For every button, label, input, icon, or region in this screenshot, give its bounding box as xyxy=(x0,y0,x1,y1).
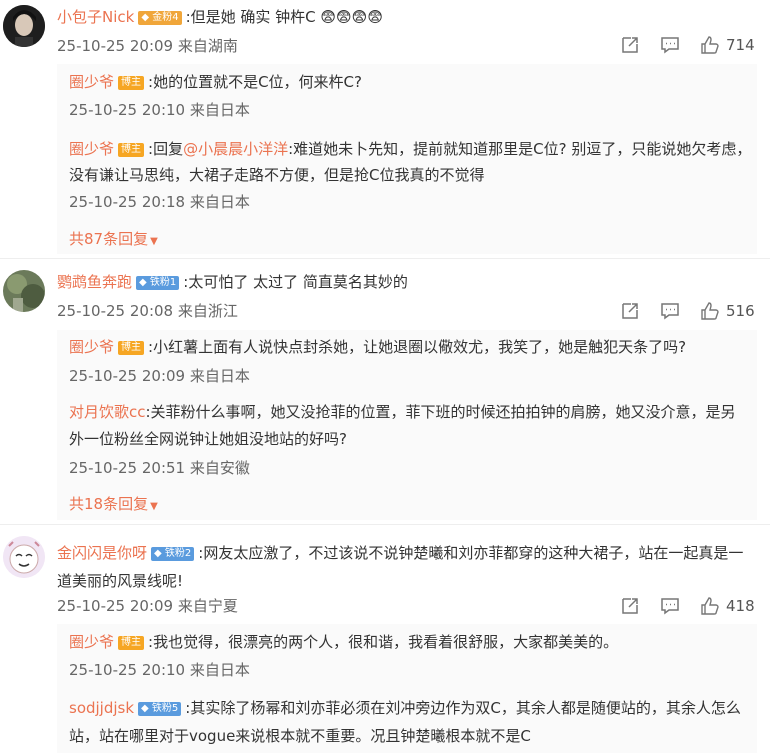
reply-username[interactable]: 圈少爷 xyxy=(69,633,114,651)
share-icon[interactable] xyxy=(620,35,640,55)
divider xyxy=(0,524,770,525)
reply-meta: 25-10-25 20:10 来自日本 xyxy=(69,661,250,679)
comment-meta: 25-10-25 20:08 来自浙江 xyxy=(57,302,238,320)
reply-username[interactable]: 圈少爷 xyxy=(69,73,114,91)
more-replies-link[interactable]: 共87条回复 ▼ xyxy=(69,229,158,252)
comment-actions: 714 xyxy=(620,35,755,55)
reply-2: 圈少爷 博主:回复@小晨晨小洋洋:难道她未卜先知，提前就知道那里是C位? 别逗了，… xyxy=(69,136,753,188)
reply-text: :关菲粉什么事啊，她又没抢菲的位置，菲下班的时候还拍拍钟的肩膀，她又没介意，是另… xyxy=(69,403,736,448)
comment-meta: 25-10-25 20:09 来自宁夏 xyxy=(57,597,238,615)
fan-badge[interactable]: ◆ 铁粉2 xyxy=(151,547,195,561)
comment-icon[interactable] xyxy=(660,596,680,616)
reply-1: 圈少爷 博主:小红薯上面有人说快点封杀她，让她退圈以儆效尤，我笑了，她是触犯天条了… xyxy=(69,337,686,357)
comment-actions: 516 xyxy=(620,301,755,321)
reply-meta: 25-10-25 20:10 来自日本 xyxy=(69,101,250,119)
like-icon[interactable] xyxy=(700,35,720,55)
reply-username[interactable]: 对月饮歌cc xyxy=(69,403,146,421)
caret-down-icon: ▼ xyxy=(150,236,158,247)
reply-username[interactable]: sodjjdjsk xyxy=(69,699,134,717)
like-count: 714 xyxy=(726,36,755,54)
like-icon[interactable] xyxy=(700,596,720,616)
comment-text: :但是她 确实 钟杵C 😨😨😨😨 xyxy=(185,8,383,26)
like-icon[interactable] xyxy=(700,301,720,321)
more-replies-link[interactable]: 共18条回复 ▼ xyxy=(69,494,158,517)
comment-icon[interactable] xyxy=(660,35,680,55)
reply-username[interactable]: 圈少爷 xyxy=(69,338,114,356)
host-badge: 博主 xyxy=(118,143,145,157)
fan-badge[interactable]: ◆ 铁粉5 xyxy=(138,702,182,716)
share-icon[interactable] xyxy=(620,596,640,616)
like-count: 418 xyxy=(726,597,755,615)
reply-text: :小红薯上面有人说快点封杀她，让她退圈以儆效尤，我笑了，她是触犯天条了吗? xyxy=(148,338,687,356)
reply-text: :她的位置就不是C位，何来杵C? xyxy=(148,73,362,91)
comment-icon[interactable] xyxy=(660,301,680,321)
host-badge: 博主 xyxy=(118,341,145,355)
fan-badge[interactable]: ◆ 铁粉1 xyxy=(136,276,180,290)
avatar[interactable] xyxy=(3,5,45,47)
username[interactable]: 金闪闪是你呀 xyxy=(57,544,147,562)
reply-meta: 25-10-25 20:51 来自安徽 xyxy=(69,459,250,477)
comment-meta: 25-10-25 20:09 来自湖南 xyxy=(57,37,238,55)
reply-2: sodjjdjsk ◆ 铁粉5:其实除了杨幂和刘亦菲必须在刘冲旁边作为双C，其余人… xyxy=(69,694,753,750)
reply-meta: 25-10-25 20:18 来自日本 xyxy=(69,193,250,211)
caret-down-icon: ▼ xyxy=(150,501,158,512)
share-icon[interactable] xyxy=(620,301,640,321)
reply-prefix: :回复 xyxy=(148,140,184,158)
comment-text: :太可怕了 太过了 简直莫名其妙的 xyxy=(183,273,408,291)
host-badge: 博主 xyxy=(118,76,145,90)
comment-actions: 418 xyxy=(620,596,755,616)
avatar[interactable] xyxy=(3,536,45,578)
reply-text: :我也觉得，很漂亮的两个人，很和谐，我看着很舒服，大家都美美的。 xyxy=(148,633,619,651)
mention-link[interactable]: @小晨晨小洋洋 xyxy=(183,140,288,158)
reply-1: 圈少爷 博主:她的位置就不是C位，何来杵C? xyxy=(69,72,362,92)
reply-1: 圈少爷 博主:我也觉得，很漂亮的两个人，很和谐，我看着很舒服，大家都美美的。 xyxy=(69,632,618,652)
username[interactable]: 鹦鹉鱼奔跑 xyxy=(57,273,132,291)
divider xyxy=(0,258,770,259)
reply-meta: 25-10-25 20:09 来自日本 xyxy=(69,367,250,385)
like-count: 516 xyxy=(726,302,755,320)
username[interactable]: 小包子Nick xyxy=(57,8,134,26)
fan-badge[interactable]: ◆ 金粉4 xyxy=(138,11,182,25)
avatar[interactable] xyxy=(3,270,45,312)
reply-username[interactable]: 圈少爷 xyxy=(69,140,114,158)
reply-2: 对月饮歌cc:关菲粉什么事啊，她又没抢菲的位置，菲下班的时候还拍拍钟的肩膀，她又… xyxy=(69,399,749,453)
host-badge: 博主 xyxy=(118,636,145,650)
